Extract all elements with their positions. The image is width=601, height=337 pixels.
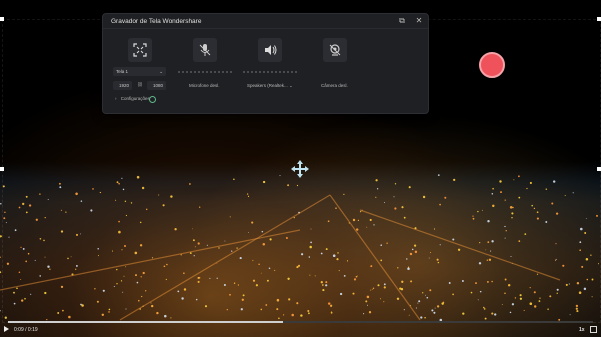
screen-area-button[interactable]: [128, 38, 152, 62]
screen-select[interactable]: Tela 1 ⌄: [113, 67, 166, 76]
link-icon[interactable]: ⛓: [137, 82, 143, 88]
playback-speed[interactable]: 1x: [579, 327, 585, 333]
microphone-button[interactable]: [193, 38, 217, 62]
move-icon[interactable]: [290, 159, 310, 179]
city-light: [0, 256, 1, 258]
recorder-title: Gravador de Tela Wondershare: [111, 18, 202, 25]
microphone-off-icon: [199, 44, 211, 56]
chevron-down-icon: ⌄: [159, 69, 163, 74]
chevron-down-icon: ⌄: [289, 83, 293, 88]
microphone-level: [178, 71, 232, 75]
close-icon[interactable]: ✕: [414, 16, 424, 26]
city-light: [0, 310, 1, 312]
fullscreen-icon[interactable]: [590, 326, 597, 333]
resize-handle-top-left[interactable]: [0, 17, 4, 21]
player-controls: 0:09 / 0:19 1x: [0, 323, 601, 337]
screen-select-value: Tela 1: [116, 69, 129, 74]
resize-handle-right[interactable]: [597, 167, 601, 171]
camera-label: Câmera desl.: [321, 83, 348, 88]
record-button[interactable]: [479, 52, 505, 78]
resize-handle-top-right[interactable]: [597, 17, 601, 21]
microphone-label: Microfone desl.: [189, 83, 220, 88]
minimize-icon[interactable]: ⧉: [397, 16, 407, 26]
speaker-level: [243, 71, 297, 75]
speaker-select-value: Speakers (Realtek...: [247, 83, 288, 88]
resize-handle-left[interactable]: [0, 167, 4, 171]
camera-off-icon: [329, 44, 341, 56]
width-input[interactable]: 1920: [113, 81, 132, 90]
settings-label: Configurações: [120, 96, 150, 101]
camera-button[interactable]: [323, 38, 347, 62]
recorder-panel: Gravador de Tela Wondershare ⧉ ✕ Tela 1 …: [102, 13, 505, 114]
settings-status-icon: [149, 96, 156, 103]
chevron-right-icon: ›: [115, 96, 117, 101]
speaker-select[interactable]: Speakers (Realtek... ⌄: [247, 83, 293, 89]
play-icon[interactable]: [4, 326, 9, 332]
height-input[interactable]: 1080: [147, 81, 166, 90]
title-divider: [103, 28, 428, 29]
time-display: 0:09 / 0:19: [14, 327, 38, 333]
speaker-icon: [265, 45, 277, 55]
settings-toggle[interactable]: › Configurações: [115, 96, 150, 101]
crop-area-icon: [133, 43, 147, 57]
speaker-button[interactable]: [258, 38, 282, 62]
city-light: [0, 271, 2, 274]
